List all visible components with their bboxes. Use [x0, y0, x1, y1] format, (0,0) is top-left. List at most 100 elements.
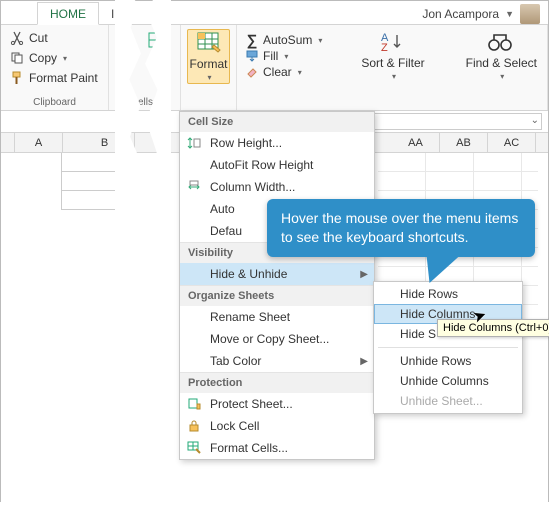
callout-text: Hover the mouse over the menu items to s…	[281, 210, 518, 245]
submenu-unhide-columns[interactable]: Unhide Columns	[374, 371, 522, 391]
menu-format-cells[interactable]: Format Cells...	[180, 437, 374, 459]
menu-column-width[interactable]: Column Width...	[180, 176, 374, 198]
find-select-button[interactable]: Find & Select ▾	[462, 29, 541, 108]
ribbon-tabs: HOME IN Jon Acampora ▼	[1, 1, 548, 25]
callout-balloon: Hover the mouse over the menu items to s…	[267, 199, 535, 257]
menu-label: Row Height...	[210, 136, 282, 150]
submenu-unhide-rows[interactable]: Unhide Rows	[374, 351, 522, 371]
chevron-right-icon: ▶	[360, 269, 368, 280]
chevron-down-icon: ▾	[207, 73, 211, 82]
group-editing: ∑ AutoSum ▾ Fill ▾ Clear ▾ AZ	[237, 25, 548, 110]
separator	[378, 347, 518, 348]
menu-label: Move or Copy Sheet...	[210, 332, 329, 346]
group-label-clipboard: Clipboard	[7, 95, 102, 108]
group-format: Format ▾	[181, 25, 237, 110]
menu-label: Tab Color	[210, 354, 261, 368]
menu-label: Column Width...	[210, 180, 295, 194]
format-painter-button[interactable]: Format Paint	[7, 69, 102, 87]
autosum-button[interactable]: ∑ AutoSum ▾	[243, 33, 324, 47]
paintbrush-icon	[9, 70, 25, 86]
menu-section-organize: Organize Sheets	[180, 285, 374, 306]
submenu-hide-rows[interactable]: Hide Rows	[374, 284, 522, 304]
menu-autofit-row[interactable]: AutoFit Row Height	[180, 154, 374, 176]
cut-button[interactable]: Cut	[7, 29, 102, 47]
col-header-AA[interactable]: AA	[392, 133, 440, 152]
tab-next-partial[interactable]: IN	[99, 3, 135, 24]
group-label-cells-fragment: ells	[117, 95, 174, 108]
col-header-B[interactable]: B	[75, 133, 135, 152]
format-cells-small-icon	[186, 440, 202, 456]
chevron-down-icon: ▾	[500, 72, 504, 81]
ribbon: Cut Copy ▾ Format Paint Clipboard	[1, 25, 548, 111]
format-button[interactable]: Format ▾	[187, 29, 230, 84]
copy-button[interactable]: Copy ▾	[7, 49, 102, 67]
group-cells-fragment: lete ▾ ells	[109, 25, 181, 110]
col-header-AB[interactable]: AB	[440, 133, 488, 152]
user-name: Jon Acampora	[422, 7, 499, 21]
menu-tab-color[interactable]: Tab Color ▶	[180, 350, 374, 372]
group-clipboard: Cut Copy ▾ Format Paint Clipboard	[1, 25, 109, 110]
copy-label: Copy	[29, 51, 57, 65]
sort-icon: AZ	[379, 31, 407, 55]
menu-label: Hide & Unhide	[210, 267, 287, 281]
sort-filter-label: Sort & Filter	[361, 57, 424, 70]
lock-icon	[186, 418, 202, 434]
chevron-down-icon: ▾	[63, 54, 67, 63]
fill-down-icon	[245, 49, 259, 63]
autosum-label: AutoSum	[263, 33, 312, 47]
grid-minus-icon	[147, 31, 175, 55]
menu-rename-sheet[interactable]: Rename Sheet	[180, 306, 374, 328]
col-header-A[interactable]: A	[15, 133, 63, 152]
col-width-icon	[186, 179, 202, 195]
clear-label: Clear	[263, 65, 292, 79]
clear-button[interactable]: Clear ▾	[243, 65, 324, 79]
chevron-down-icon: ▾	[284, 52, 288, 61]
delete-button-fragment[interactable]: lete ▾	[147, 29, 174, 84]
row-height-icon	[186, 135, 202, 151]
chevron-down-icon: ▼	[505, 9, 514, 19]
delete-label-fragment: lete	[151, 57, 170, 71]
binoculars-icon	[487, 31, 515, 55]
menu-label: Defau	[210, 224, 242, 238]
menu-hide-unhide[interactable]: Hide & Unhide ▶	[180, 263, 374, 285]
user-account[interactable]: Jon Acampora ▼	[422, 4, 548, 24]
menu-label: Protect Sheet...	[210, 397, 293, 411]
tab-home[interactable]: HOME	[37, 2, 99, 25]
svg-text:Z: Z	[381, 42, 388, 53]
menu-section-protection: Protection	[180, 372, 374, 393]
group-label-blank	[187, 106, 230, 108]
shortcut-tooltip: Hide Columns (Ctrl+0)	[437, 319, 549, 337]
menu-lock-cell[interactable]: Lock Cell	[180, 415, 374, 437]
scissors-icon	[9, 30, 25, 46]
menu-row-height[interactable]: Row Height...	[180, 132, 374, 154]
format-painter-label: Format Paint	[29, 71, 98, 85]
hide-unhide-submenu: Hide Rows Hide Columns Hide S Unhide Row…	[373, 281, 523, 414]
eraser-icon	[245, 65, 259, 79]
chevron-down-icon: ▾	[298, 68, 302, 77]
chevron-down-icon: ▾	[159, 73, 163, 82]
chevron-down-icon[interactable]: ⌄	[531, 115, 539, 126]
chevron-right-icon: ▶	[360, 356, 368, 367]
col-header-AC[interactable]: AC	[488, 133, 536, 152]
sort-filter-button[interactable]: AZ Sort & Filter ▾	[357, 29, 428, 108]
chevron-down-icon: ▾	[318, 36, 322, 45]
menu-move-copy-sheet[interactable]: Move or Copy Sheet...	[180, 328, 374, 350]
menu-label: Format Cells...	[210, 441, 288, 455]
menu-label: Lock Cell	[210, 419, 259, 433]
fill-label: Fill	[263, 49, 278, 63]
submenu-unhide-sheet: Unhide Sheet...	[374, 391, 522, 411]
menu-label: Auto	[210, 202, 235, 216]
menu-protect-sheet[interactable]: Protect Sheet...	[180, 393, 374, 415]
menu-label: AutoFit Row Height	[210, 158, 313, 172]
menu-label: Rename Sheet	[210, 310, 290, 324]
format-label: Format	[190, 57, 228, 71]
find-select-label: Find & Select	[466, 57, 537, 70]
chevron-down-icon: ▾	[392, 72, 396, 81]
fill-button[interactable]: Fill ▾	[243, 49, 324, 63]
menu-section-cell-size: Cell Size	[180, 112, 374, 132]
avatar	[520, 4, 540, 24]
format-dropdown-menu: Cell Size Row Height... AutoFit Row Heig…	[179, 111, 375, 460]
copy-icon	[9, 50, 25, 66]
shield-icon	[186, 396, 202, 412]
cut-label: Cut	[29, 31, 48, 45]
